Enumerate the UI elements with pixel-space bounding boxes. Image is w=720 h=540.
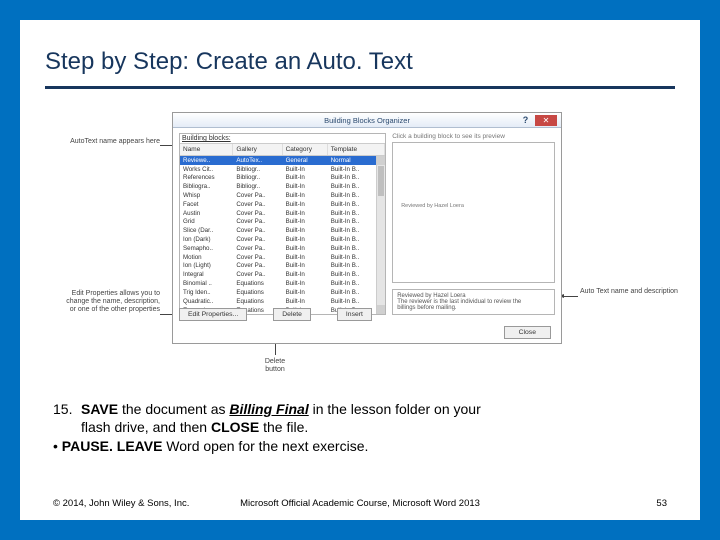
txt: SAVE	[81, 401, 118, 417]
table-row[interactable]: Reviewe..AutoTex..GeneralNormal	[180, 156, 385, 165]
txt: CLOSE	[211, 419, 259, 435]
table-row[interactable]: WhispCover Pa..Built-InBuilt-In B..	[180, 191, 385, 200]
txt: flash drive, and then	[81, 419, 211, 435]
page-number: 53	[656, 498, 667, 509]
dialog-title: Building Blocks Organizer	[324, 116, 410, 125]
table-row[interactable]: Semapho..Cover Pa..Built-InBuilt-In B..	[180, 244, 385, 253]
txt: the document as	[118, 401, 229, 417]
table-row[interactable]: Bibliogra..Bibliogr..Built-InBuilt-In B.…	[180, 182, 385, 191]
txt-filename: Billing Final	[229, 401, 308, 417]
annot-autotext-right: Auto Text name and description	[580, 288, 680, 296]
arrow-icon	[560, 296, 578, 297]
list-header[interactable]: Name Gallery Category Template	[180, 143, 385, 156]
table-row[interactable]: FacetCover Pa..Built-InBuilt-In B..	[180, 200, 385, 209]
preview-text: Reviewed by Hazel Loera	[401, 203, 464, 209]
building-blocks-dialog: Building Blocks Organizer ? ✕ Building b…	[172, 112, 562, 344]
insert-button[interactable]: Insert	[337, 308, 372, 321]
table-row[interactable]: GridCover Pa..Built-InBuilt-In B..	[180, 218, 385, 227]
table-row[interactable]: Quadratic..EquationsBuilt-InBuilt-In B..	[180, 297, 385, 306]
delete-button[interactable]: Delete	[273, 308, 311, 321]
footer-center: Microsoft Official Academic Course, Micr…	[53, 498, 667, 509]
table-row[interactable]: Ion (Light)Cover Pa..Built-InBuilt-In B.…	[180, 262, 385, 271]
preview-box: Reviewed by Hazel Loera	[392, 142, 555, 283]
annot-delete-button: Delete button	[255, 358, 295, 374]
preview-caption: Click a building block to see its previe…	[392, 133, 555, 140]
dialog-titlebar: Building Blocks Organizer ? ✕	[173, 113, 561, 128]
annot-edit-properties: Edit Properties allows you to change the…	[60, 290, 160, 314]
help-icon[interactable]: ?	[520, 115, 531, 126]
table-row[interactable]: Trig Iden..EquationsBuilt-InBuilt-In B..	[180, 288, 385, 297]
txt: in the lesson folder on your	[309, 401, 481, 417]
scroll-thumb[interactable]	[378, 166, 384, 196]
scroll-up-icon[interactable]	[377, 156, 385, 165]
table-row[interactable]: Ion (Dark)Cover Pa..Built-InBuilt-In B..	[180, 235, 385, 244]
table-row[interactable]: IntegralCover Pa..Built-InBuilt-In B..	[180, 271, 385, 280]
close-icon[interactable]: ✕	[535, 115, 557, 126]
slide-footer: © 2014, John Wiley & Sons, Inc. Microsof…	[53, 498, 667, 509]
slide-title: Step by Step: Create an Auto. Text	[45, 48, 675, 89]
building-blocks-list: Building blocks: Name Gallery Category T…	[179, 133, 386, 315]
edit-properties-button[interactable]: Edit Properties...	[179, 308, 247, 321]
col-template[interactable]: Template	[328, 144, 385, 155]
step-number: 15.	[53, 400, 81, 418]
txt: Word open for the next exercise.	[162, 438, 368, 454]
figure-area: AutoText name appears here Edit Properti…	[60, 112, 660, 370]
annot-autotext-name: AutoText name appears here	[60, 138, 160, 146]
table-row[interactable]: Works Cit..Bibliogr..Built-InBuilt-In B.…	[180, 165, 385, 174]
col-gallery[interactable]: Gallery	[233, 144, 282, 155]
table-row[interactable]: MotionCover Pa..Built-InBuilt-In B..	[180, 253, 385, 262]
table-row[interactable]: Binomial ..EquationsBuilt-InBuilt-In B..	[180, 279, 385, 288]
list-caption: Building blocks:	[180, 134, 385, 143]
table-row[interactable]: Slice (Dar..Cover Pa..Built-InBuilt-In B…	[180, 227, 385, 236]
table-row[interactable]: AustinCover Pa..Built-InBuilt-In B..	[180, 209, 385, 218]
table-row[interactable]: ReferencesBibliogr..Built-InBuilt-In B..	[180, 174, 385, 183]
col-category[interactable]: Category	[283, 144, 328, 155]
list-rows[interactable]: Reviewe..AutoTex..GeneralNormalWorks Cit…	[180, 156, 385, 314]
scrollbar[interactable]	[376, 156, 385, 314]
close-button[interactable]: Close	[504, 326, 551, 339]
col-name[interactable]: Name	[180, 144, 233, 155]
instruction-text: 15. SAVE the document as Billing Final i…	[53, 400, 667, 455]
txt: PAUSE. LEAVE	[62, 438, 163, 454]
txt: the file.	[259, 419, 308, 435]
